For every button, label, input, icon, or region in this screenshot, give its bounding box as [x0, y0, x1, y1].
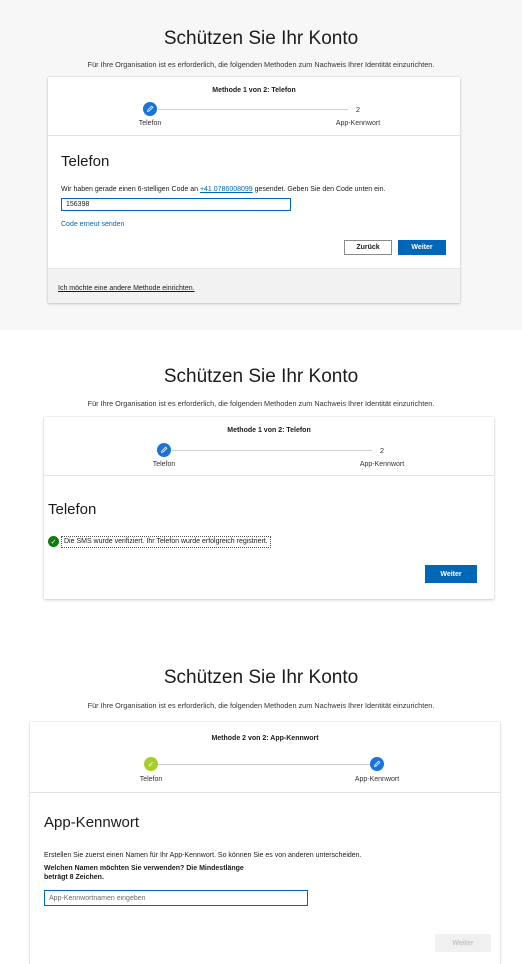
- setup-card: Methode 1 von 2: Telefon Telefon 2 App-K…: [44, 417, 494, 599]
- code-input[interactable]: [61, 198, 291, 211]
- checkmark-icon: ✓: [144, 757, 158, 771]
- page-subtitle: Für Ihre Organisation ist es erforderlic…: [87, 60, 435, 69]
- checkmark-circle-icon: ✓: [48, 536, 59, 547]
- step1-label: Telefon: [152, 461, 176, 468]
- setup-card: Methode 1 von 2: Telefon Telefon 2 App-K…: [48, 77, 460, 303]
- page-title: Schützen Sie Ihr Konto: [163, 366, 359, 387]
- next-button[interactable]: Weiter: [425, 565, 477, 583]
- step2-label: App-Kennwort: [359, 461, 405, 468]
- step2-number: 2: [355, 105, 361, 114]
- page-subtitle: Für Ihre Organisation ist es erforderlic…: [87, 399, 435, 408]
- back-button[interactable]: Zurück: [344, 240, 392, 255]
- card-footer: Ich möchte eine andere Methode einrichte…: [48, 268, 460, 303]
- step2-label: App-Kennwort: [335, 120, 381, 127]
- step-title: Methode 1 von 2: Telefon: [212, 87, 296, 94]
- resend-code-link[interactable]: Code erneut senden: [61, 221, 124, 228]
- pencil-icon: [370, 757, 384, 771]
- card-title: Telefon: [61, 153, 110, 170]
- stepper: Methode 1 von 2: Telefon Telefon 2 App-K…: [48, 77, 460, 136]
- step2-number: 2: [379, 446, 385, 455]
- instruction-text: Erstellen Sie zuerst einen Namen für Ihr…: [44, 852, 362, 859]
- question-line2: beträgt 8 Zeichen.: [44, 874, 104, 881]
- step-connector: [158, 764, 370, 765]
- question-line1: Welchen Namen möchten Sie verwenden? Die…: [44, 865, 244, 872]
- other-method-link[interactable]: Ich möchte eine andere Methode einrichte…: [58, 285, 195, 292]
- pencil-icon: [157, 443, 171, 457]
- instruction-prefix: Wir haben gerade einen 6-stelligen Code …: [61, 186, 200, 193]
- step-connector: [172, 450, 372, 451]
- pencil-icon: [143, 102, 157, 116]
- step-title: Methode 1 von 2: Telefon: [227, 427, 311, 434]
- page-title: Schützen Sie Ihr Konto: [163, 28, 359, 49]
- card-title: Telefon: [48, 501, 97, 518]
- next-button[interactable]: Weiter: [398, 240, 446, 255]
- step-title: Methode 2 von 2: App-Kennwort: [211, 735, 319, 742]
- next-button[interactable]: Weiter: [435, 934, 491, 952]
- stepper: Methode 1 von 2: Telefon Telefon 2 App-K…: [44, 417, 494, 476]
- step2-label: App-Kennwort: [354, 776, 400, 783]
- success-message: Die SMS wurde verifiziert. Ihr Telefon w…: [61, 536, 271, 548]
- panel-app-password: Schützen Sie Ihr Konto Für Ihre Organisa…: [0, 650, 522, 964]
- step1-label: Telefon: [138, 120, 162, 127]
- app-password-name-input[interactable]: [44, 890, 308, 906]
- setup-card: Methode 2 von 2: App-Kennwort ✓ Telefon …: [30, 722, 500, 964]
- card-title: App-Kennwort: [44, 814, 140, 831]
- panel-phone-code-entry: Schützen Sie Ihr Konto Für Ihre Organisa…: [0, 0, 522, 330]
- stepper: Methode 2 von 2: App-Kennwort ✓ Telefon …: [30, 722, 500, 793]
- instruction-suffix: gesendet. Geben Sie den Code unten ein.: [252, 186, 386, 193]
- page-subtitle: Für Ihre Organisation ist es erforderlic…: [87, 701, 435, 710]
- phone-number-link[interactable]: +41 0786008099: [200, 186, 253, 193]
- panel-phone-verified: Schützen Sie Ihr Konto Für Ihre Organisa…: [0, 330, 522, 650]
- page-title: Schützen Sie Ihr Konto: [163, 667, 359, 688]
- code-instruction: Wir haben gerade einen 6-stelligen Code …: [61, 186, 385, 193]
- step-connector: [158, 109, 348, 110]
- step1-label: Telefon: [139, 776, 163, 783]
